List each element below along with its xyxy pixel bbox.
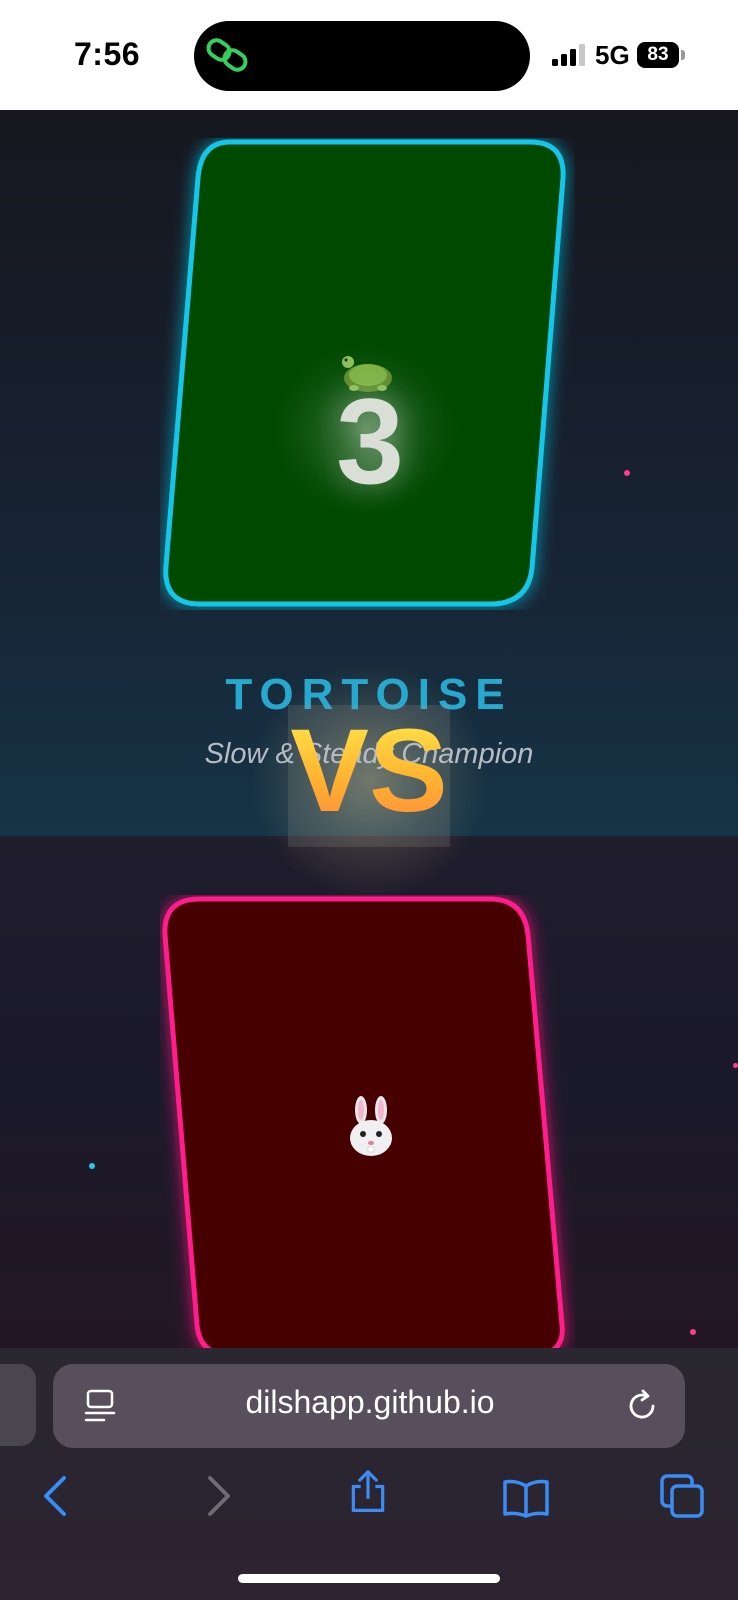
bookmarks-icon[interactable] (502, 1476, 550, 1520)
previous-tab-peek[interactable] (0, 1364, 36, 1446)
signal-icon (552, 44, 585, 66)
particle (733, 1063, 738, 1068)
back-chevron-icon[interactable] (36, 1474, 80, 1518)
forward-chevron-icon[interactable] (194, 1474, 238, 1518)
linked-rings-app-icon (206, 38, 248, 72)
battery-icon: 83 (637, 42, 679, 68)
rabbit-icon (350, 1096, 392, 1156)
vs-label: VS (288, 712, 450, 830)
particle (624, 470, 630, 476)
particle (690, 1329, 696, 1335)
tabs-icon[interactable] (660, 1474, 704, 1518)
home-indicator[interactable] (238, 1574, 500, 1583)
reload-icon[interactable] (626, 1389, 660, 1423)
status-time: 7:56 (74, 36, 141, 72)
countdown-number: 3 (336, 373, 404, 509)
share-icon[interactable] (346, 1470, 390, 1514)
url-text[interactable]: dilshapp.github.io (130, 1384, 610, 1421)
reader-mode-icon[interactable] (84, 1389, 116, 1423)
network-label: 5G (595, 40, 630, 70)
particle (89, 1163, 95, 1169)
status-bar: 7:56 5G 83 (0, 0, 738, 110)
battery-nub (681, 50, 685, 60)
